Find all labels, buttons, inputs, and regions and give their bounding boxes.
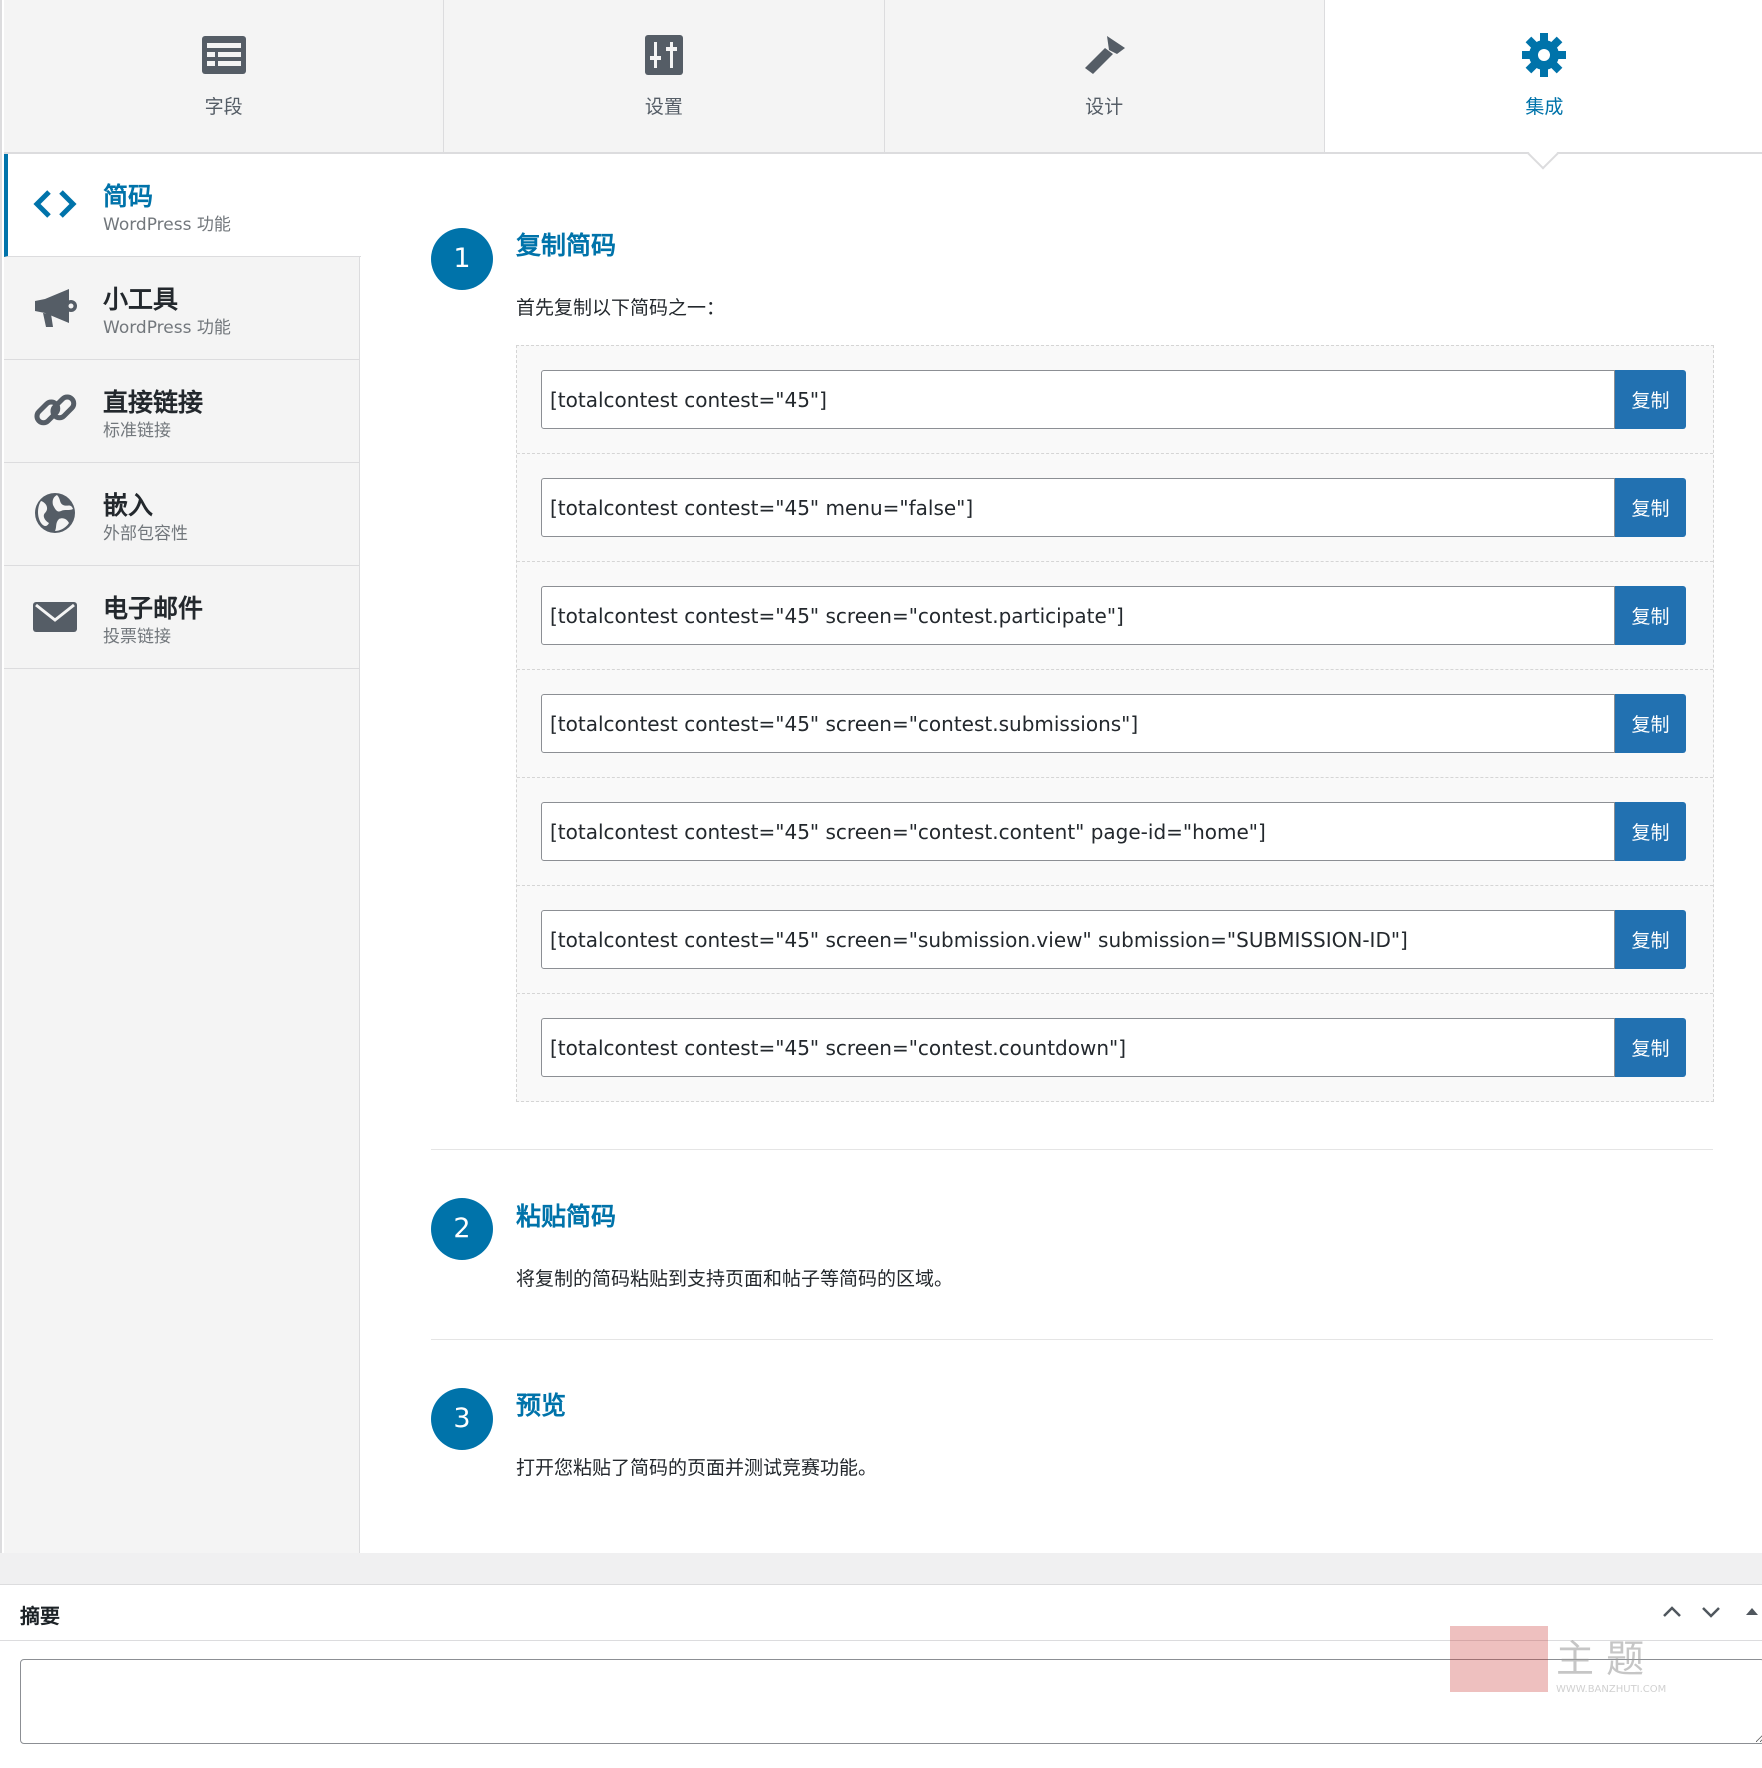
watermark-url: WWW.BANZHUTI.COM bbox=[1556, 1684, 1666, 1695]
sidebar-item-title: 简码 bbox=[103, 182, 154, 211]
step-number: 2 bbox=[431, 1198, 493, 1260]
shortcode-input[interactable] bbox=[541, 802, 1615, 861]
collapse-toggle-icon[interactable] bbox=[1740, 1597, 1762, 1627]
sidebar-item-subtitle: WordPress 功能 bbox=[103, 318, 231, 338]
tab-integration[interactable]: 集成 bbox=[1324, 0, 1762, 170]
step-description: 首先复制以下简码之一： bbox=[516, 297, 726, 319]
shortcode-input[interactable] bbox=[541, 694, 1615, 753]
step-divider bbox=[431, 1339, 1713, 1340]
step-title: 粘贴简码 bbox=[516, 1202, 617, 1231]
shortcode-input[interactable] bbox=[541, 478, 1615, 537]
copy-button[interactable]: 复制 bbox=[1615, 370, 1686, 429]
shortcode-row: 复制 bbox=[517, 778, 1713, 886]
copy-button[interactable]: 复制 bbox=[1615, 802, 1686, 861]
step-number: 1 bbox=[431, 228, 493, 290]
step-title: 预览 bbox=[516, 1391, 567, 1420]
shortcode-row: 复制 bbox=[517, 346, 1713, 454]
shortcode-row: 复制 bbox=[517, 994, 1713, 1102]
sidebar-item-shortcode[interactable]: 简码 WordPress 功能 bbox=[4, 154, 361, 257]
shortcode-row: 复制 bbox=[517, 886, 1713, 994]
excerpt-title: 摘要 bbox=[20, 1604, 60, 1628]
editor-frame: 字段 设置 设计 集成 简码 WordPress 功能 小工具 WordPres… bbox=[0, 0, 1762, 1553]
integration-gear-icon bbox=[1522, 33, 1567, 77]
tab-design[interactable]: 设计 bbox=[884, 0, 1325, 154]
sidebar-item-embed[interactable]: 嵌入 外部包容性 bbox=[4, 463, 359, 566]
copy-button[interactable]: 复制 bbox=[1615, 478, 1686, 537]
step-title: 复制简码 bbox=[516, 231, 617, 260]
step-description: 将复制的简码粘贴到支持页面和帖子等简码的区域。 bbox=[516, 1268, 954, 1290]
step-number: 3 bbox=[431, 1388, 493, 1450]
code-brackets-icon bbox=[33, 190, 77, 218]
sidebar-item-title: 嵌入 bbox=[103, 491, 154, 520]
tab-design-label: 设计 bbox=[1085, 96, 1124, 118]
link-icon bbox=[34, 394, 77, 426]
shortcode-input[interactable] bbox=[541, 1018, 1615, 1077]
megaphone-icon bbox=[35, 289, 77, 327]
sidebar-item-email[interactable]: 电子邮件 投票链接 bbox=[4, 566, 359, 669]
top-tabs: 字段 设置 设计 集成 bbox=[4, 0, 1762, 170]
copy-button[interactable]: 复制 bbox=[1615, 694, 1686, 753]
svg-text:主 题: 主 题 bbox=[1556, 1637, 1644, 1681]
tab-fields[interactable]: 字段 bbox=[4, 0, 445, 154]
active-tab-pointer bbox=[1527, 138, 1559, 170]
integration-sidebar: 简码 WordPress 功能 小工具 WordPress 功能 直接链接 标准… bbox=[4, 154, 361, 1553]
watermark-logo: 主 题 WWW.BANZHUTI.COM bbox=[1448, 1622, 1678, 1700]
tab-fields-label: 字段 bbox=[204, 96, 243, 118]
shortcode-row: 复制 bbox=[517, 670, 1713, 778]
sidebar-item-direct-link[interactable]: 直接链接 标准链接 bbox=[4, 360, 359, 463]
shortcode-input[interactable] bbox=[541, 586, 1615, 645]
globe-icon bbox=[35, 493, 75, 533]
shortcode-list: 复制 复制 复制 复制 复制 复制 复制 bbox=[516, 345, 1714, 1102]
step-description: 打开您粘贴了简码的页面并测试竞赛功能。 bbox=[516, 1457, 878, 1479]
envelope-icon bbox=[33, 602, 77, 632]
shortcode-row: 复制 bbox=[517, 454, 1713, 562]
shortcode-input[interactable] bbox=[541, 370, 1615, 429]
copy-button[interactable]: 复制 bbox=[1615, 1018, 1686, 1077]
panel-gap bbox=[0, 1553, 1762, 1584]
shortcode-input[interactable] bbox=[541, 910, 1615, 969]
chevron-down-icon[interactable] bbox=[1696, 1597, 1726, 1627]
fields-icon bbox=[201, 36, 246, 74]
sidebar-item-title: 直接链接 bbox=[103, 388, 204, 417]
design-brush-icon bbox=[1085, 36, 1126, 74]
step-divider bbox=[431, 1149, 1713, 1150]
copy-button[interactable]: 复制 bbox=[1615, 910, 1686, 969]
sidebar-item-subtitle: 外部包容性 bbox=[103, 524, 188, 544]
sidebar-item-title: 小工具 bbox=[103, 285, 179, 314]
shortcode-row: 复制 bbox=[517, 562, 1713, 670]
sidebar-item-subtitle: 标准链接 bbox=[103, 421, 171, 441]
tab-settings[interactable]: 设置 bbox=[444, 0, 885, 154]
settings-sliders-icon bbox=[644, 35, 683, 75]
tab-integration-label: 集成 bbox=[1525, 96, 1564, 118]
tab-settings-label: 设置 bbox=[644, 96, 683, 118]
copy-button[interactable]: 复制 bbox=[1615, 586, 1686, 645]
sidebar-item-subtitle: 投票链接 bbox=[103, 627, 171, 647]
sidebar-item-title: 电子邮件 bbox=[103, 594, 204, 623]
sidebar-item-widget[interactable]: 小工具 WordPress 功能 bbox=[4, 257, 359, 360]
sidebar-item-subtitle: WordPress 功能 bbox=[103, 215, 231, 235]
